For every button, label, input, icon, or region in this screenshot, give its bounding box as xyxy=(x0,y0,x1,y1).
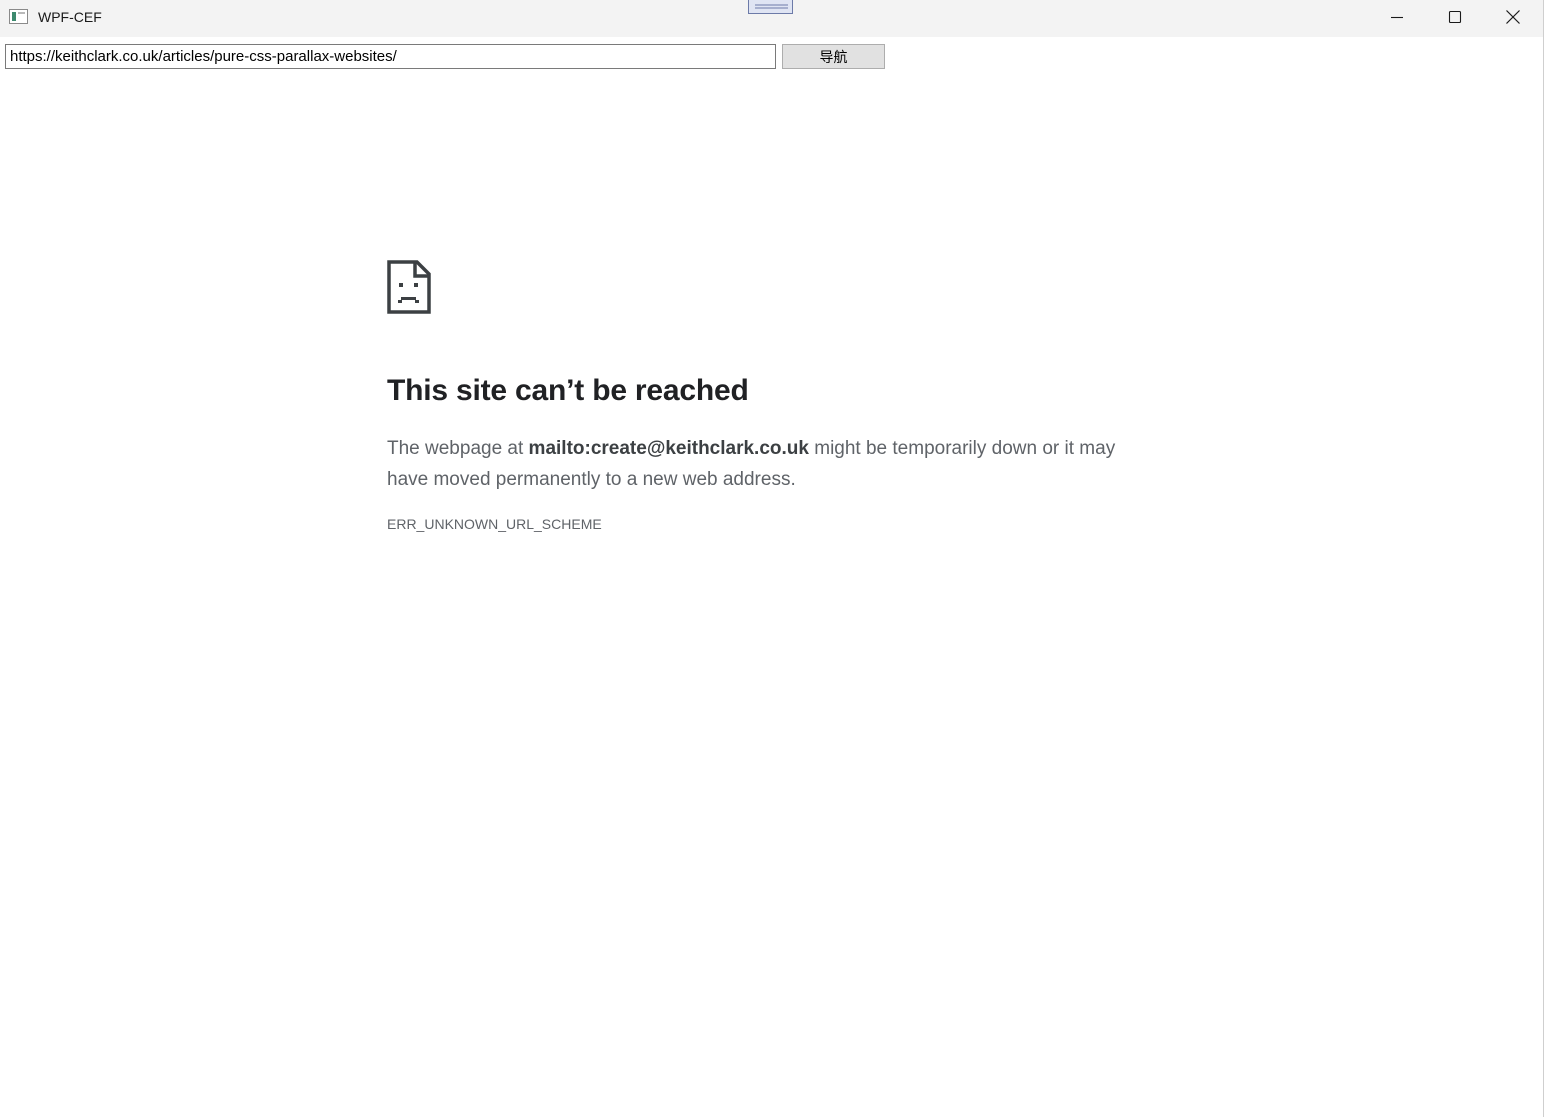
error-heading: This site can’t be reached xyxy=(387,374,749,407)
error-message: The webpage at mailto:create@keithclark.… xyxy=(387,433,1147,495)
drag-handle[interactable] xyxy=(748,0,793,14)
navigate-button[interactable]: 导航 xyxy=(782,44,885,69)
message-prefix: The webpage at xyxy=(387,438,529,459)
maximize-button[interactable] xyxy=(1426,0,1484,34)
app-icon xyxy=(9,9,28,24)
error-code: ERR_UNKNOWN_URL_SCHEME xyxy=(387,516,602,532)
minimize-button[interactable] xyxy=(1368,0,1426,34)
address-input[interactable] xyxy=(5,44,776,69)
sad-page-icon xyxy=(387,260,431,314)
window-title: WPF-CEF xyxy=(38,9,102,25)
maximize-icon xyxy=(1448,10,1462,24)
error-url: mailto:create@keithclark.co.uk xyxy=(528,438,809,459)
browser-window: WPF-CEF 导航 xyxy=(0,0,1544,1117)
close-icon xyxy=(1506,10,1520,24)
grip-icon xyxy=(755,4,788,9)
title-bar[interactable]: WPF-CEF xyxy=(0,0,1543,37)
close-button[interactable] xyxy=(1484,0,1542,34)
address-toolbar: 导航 xyxy=(0,37,1543,75)
minimize-icon xyxy=(1391,16,1403,19)
